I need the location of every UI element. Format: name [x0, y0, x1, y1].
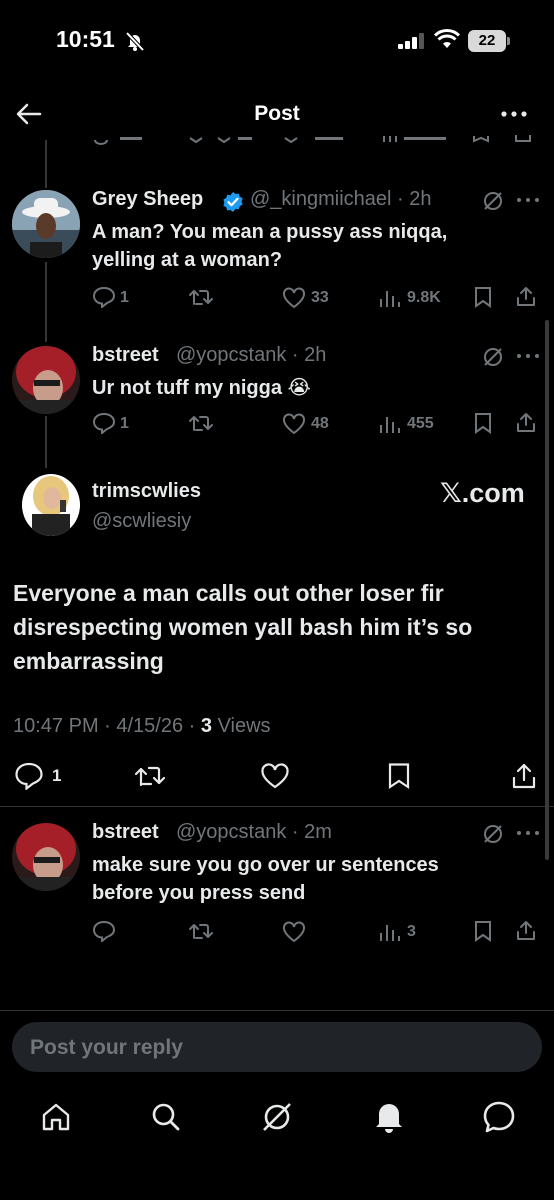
divider: [0, 1010, 554, 1011]
verified-badge-icon: [223, 192, 243, 212]
messages-icon[interactable]: [482, 1100, 516, 1134]
avatar[interactable]: [12, 346, 80, 414]
reply-icon[interactable]: [92, 412, 116, 434]
post-text: A man? You mean a pussy ass niqqa, yelli…: [92, 218, 447, 274]
views-count: 455: [407, 415, 434, 432]
author-name[interactable]: Grey Sheep: [92, 188, 203, 211]
thread-line: [45, 140, 47, 188]
grok-icon[interactable]: [260, 1100, 294, 1134]
like-icon[interactable]: [282, 413, 306, 435]
author-handle: @yopcstank: [176, 344, 287, 366]
like-icon[interactable]: [282, 287, 306, 309]
reply-count: 1: [120, 289, 129, 306]
wifi-icon: [434, 29, 460, 48]
post-time: 2h: [409, 188, 432, 210]
page-title: Post: [254, 102, 300, 125]
like-count: 48: [311, 415, 329, 432]
author-handle: @_kingmiichael: [250, 188, 392, 210]
share-icon[interactable]: [515, 411, 537, 433]
grok-icon[interactable]: [482, 823, 504, 845]
author-handle-time: @yopcstank · 2m: [176, 821, 332, 843]
grok-icon[interactable]: [482, 190, 504, 212]
reply-placeholder: Post your reply: [30, 1036, 183, 1059]
post-text: make sure you go over ur sentences befor…: [92, 851, 439, 907]
divider: [0, 806, 554, 807]
more-options-icon[interactable]: [516, 351, 540, 361]
share-icon[interactable]: [510, 762, 538, 790]
bookmark-icon[interactable]: [473, 920, 493, 942]
post-text-line: A man? You mean a pussy ass niqqa,: [92, 221, 448, 243]
author-name[interactable]: trimscwlies: [92, 480, 201, 503]
avatar[interactable]: [12, 823, 80, 891]
like-icon[interactable]: [282, 921, 306, 943]
author-handle[interactable]: @scwliesiy: [92, 510, 191, 533]
views-count: 9.8K: [407, 289, 441, 306]
post-text: Everyone a man calls out other loser fir…: [13, 580, 473, 674]
post-time: 2h: [304, 344, 327, 366]
views-count: 3: [407, 923, 416, 940]
bookmark-icon[interactable]: [386, 762, 412, 790]
reply-count: 1: [52, 766, 62, 785]
like-icon[interactable]: [260, 763, 290, 789]
thread-line: [45, 416, 47, 468]
home-icon[interactable]: [40, 1101, 72, 1133]
post-text-line: before you press send: [92, 882, 306, 904]
post-text: Ur not tuff my nigga 😭: [92, 377, 311, 399]
post-timestamp: 10:47 PM · 4/15/26 ·: [13, 715, 201, 737]
views-icon[interactable]: [379, 414, 401, 434]
author-name[interactable]: bstreet: [92, 821, 159, 844]
repost-icon[interactable]: [188, 412, 214, 434]
views-label: Views: [212, 715, 271, 737]
author-name[interactable]: bstreet: [92, 344, 159, 367]
battery-tip: [507, 37, 510, 45]
post-text-line: yelling at a woman?: [92, 249, 283, 271]
post-meta: 10:47 PM · 4/15/26 · 3 Views: [13, 715, 271, 738]
reply-count: 1: [120, 415, 129, 432]
author-handle: @yopcstank: [176, 821, 287, 843]
like-count: 33: [311, 289, 329, 306]
reply-icon[interactable]: [92, 920, 116, 942]
views-count[interactable]: 3: [201, 715, 212, 737]
more-options-icon[interactable]: [500, 102, 528, 126]
x-watermark: 𝕏.com: [440, 478, 525, 508]
views-icon[interactable]: [379, 288, 401, 308]
search-icon[interactable]: [150, 1101, 182, 1133]
repost-icon[interactable]: [134, 763, 166, 789]
share-icon[interactable]: [515, 285, 537, 307]
bookmark-icon[interactable]: [473, 412, 493, 434]
reply-icon[interactable]: [14, 762, 44, 790]
clipped-action-row: [0, 132, 554, 150]
repost-icon[interactable]: [188, 920, 214, 942]
repost-icon[interactable]: [188, 286, 214, 308]
author-handle-time: @yopcstank · 2h: [176, 344, 327, 366]
avatar[interactable]: [12, 190, 80, 258]
more-options-icon[interactable]: [516, 828, 540, 838]
post-time: 2m: [304, 821, 332, 843]
bookmark-icon[interactable]: [473, 286, 493, 308]
cellular-signal-icon: [398, 33, 424, 49]
reply-icon[interactable]: [92, 286, 116, 308]
notifications-icon[interactable]: [374, 1100, 404, 1134]
more-options-icon[interactable]: [516, 195, 540, 205]
post-text-line: make sure you go over ur sentences: [92, 854, 439, 876]
thread-line: [45, 262, 47, 342]
views-icon[interactable]: [379, 922, 401, 942]
scrollbar[interactable]: [545, 320, 549, 860]
share-icon[interactable]: [515, 919, 537, 941]
avatar[interactable]: [22, 474, 80, 536]
grok-icon[interactable]: [482, 346, 504, 368]
status-time: 10:51: [56, 26, 115, 52]
author-handle-time: @_kingmiichael · 2h: [250, 188, 432, 210]
silent-mode-icon: [125, 31, 145, 52]
battery-indicator: 22: [468, 30, 506, 52]
